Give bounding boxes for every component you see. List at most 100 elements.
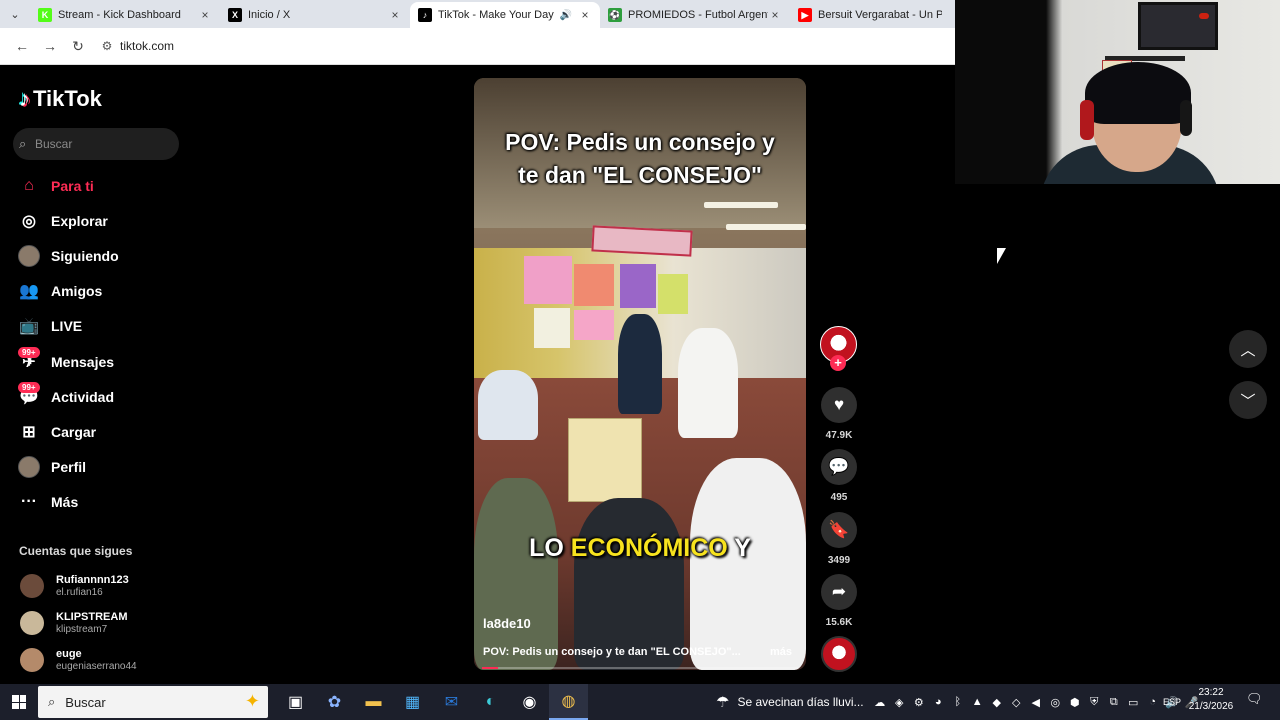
video-username[interactable]: la8de10 xyxy=(483,616,531,631)
security-icon[interactable]: ⛨ xyxy=(1085,696,1105,709)
close-tab-icon[interactable]: × xyxy=(198,8,212,22)
account-avatar xyxy=(20,574,44,598)
previous-video-button[interactable]: ︿ xyxy=(1229,330,1267,368)
browser-tab[interactable]: K Stream - Kick Dashboard × xyxy=(30,2,220,28)
sidebar-item-label: Actividad xyxy=(51,388,115,405)
start-button[interactable] xyxy=(0,684,38,720)
url-text[interactable]: tiktok.com xyxy=(120,39,174,53)
video-scene-person xyxy=(474,478,558,670)
video-scene-poster xyxy=(658,274,688,314)
profile-avatar-icon xyxy=(18,456,40,479)
browser-tab[interactable]: ▶ Bersuit Vergarabat - Un Pacto xyxy=(790,2,950,28)
file-explorer-icon[interactable]: ▬ xyxy=(354,684,393,720)
taskbar-clock[interactable]: 23:22 21/3/2026 xyxy=(1187,686,1235,714)
wifi-icon[interactable]: ◔ xyxy=(1143,696,1163,708)
video-scene-person xyxy=(678,328,738,438)
video-scene-banner xyxy=(591,225,693,257)
notifications-icon[interactable]: 🗨 xyxy=(1246,691,1263,707)
tray-app-icon[interactable]: ⧉ xyxy=(1104,696,1124,709)
forward-arrow-icon[interactable]: → xyxy=(36,32,64,60)
sidebar-item-live[interactable]: 📺 LIVE xyxy=(0,309,190,344)
follow-plus-icon[interactable]: + xyxy=(830,355,846,371)
sidebar-item-amigos[interactable]: 👥 Amigos xyxy=(0,274,190,309)
browser-tab[interactable]: ♪ TikTok - Make Your Day 🔊 × xyxy=(410,2,600,28)
next-video-button[interactable]: ﹀ xyxy=(1229,381,1267,419)
tray-app-icon[interactable]: ⬢ xyxy=(1065,696,1085,709)
language-indicator[interactable]: ESP xyxy=(1163,684,1181,720)
video-progress-bar[interactable] xyxy=(482,667,798,669)
browser-tab[interactable]: X Inicio / X × xyxy=(220,2,410,28)
tab-audio-icon[interactable]: 🔊 xyxy=(560,10,572,21)
account-avatar xyxy=(20,648,44,672)
chevron-down-icon: ﹀ xyxy=(1240,392,1256,410)
tray-app-icon[interactable]: ◎ xyxy=(1046,696,1066,709)
compass-icon: ◎ xyxy=(22,212,36,230)
heart-icon: ♥ xyxy=(833,395,845,414)
windows-logo-icon xyxy=(12,695,26,709)
tiktok-logo[interactable]: ♪ TikTok xyxy=(19,86,102,112)
music-disc-icon[interactable] xyxy=(821,636,857,672)
reload-icon[interactable]: ↻ xyxy=(64,32,92,60)
site-settings-icon[interactable]: ⚙ xyxy=(96,39,118,53)
sidebar-item-actividad[interactable]: 💬 Actividad 99+ xyxy=(0,379,190,414)
tray-app-icon[interactable]: ◇ xyxy=(1007,696,1027,709)
tray-app-icon[interactable]: ◀ xyxy=(1026,696,1046,709)
x-icon: X xyxy=(228,8,242,22)
video-player[interactable]: POV: Pedis un consejo y te dan "EL CONSE… xyxy=(474,78,806,670)
webcam-headset-right xyxy=(1180,100,1192,136)
friends-icon: 👥 xyxy=(19,283,39,301)
back-arrow-icon[interactable]: ← xyxy=(8,32,36,60)
search-box[interactable]: ⌕ xyxy=(13,128,179,160)
sidebar-item-perfil[interactable]: Perfil xyxy=(0,450,190,485)
following-account[interactable]: KLIPSTREAM klipstream7 xyxy=(20,608,185,638)
kick-icon: K xyxy=(38,8,52,22)
battery-icon[interactable]: ▭ xyxy=(1124,696,1144,709)
tiktok-logo-text: TikTok xyxy=(33,86,102,111)
tab-title: Stream - Kick Dashboard xyxy=(58,9,181,21)
taskbar-search-box[interactable]: ⌕ Buscar ✦ xyxy=(38,686,268,718)
following-account[interactable]: euge eugeniaserrano44 xyxy=(20,645,185,675)
sidebar-item-explorar[interactable]: ◎ Explorar xyxy=(0,203,190,238)
nvidia-icon[interactable]: ▲ xyxy=(968,696,988,708)
like-button[interactable]: ♥ xyxy=(821,387,857,423)
sidebar-nav: ⌂ Para ti ◎ Explorar Siguiendo 👥 Amigos 📺 LIVE ✈ M… xyxy=(0,168,190,520)
onedrive-icon[interactable]: ☁ xyxy=(870,696,890,709)
sidebar-item-cargar[interactable]: ⊞ Cargar xyxy=(0,414,190,449)
store-icon[interactable]: ▦ xyxy=(393,684,432,720)
search-input[interactable] xyxy=(35,137,175,151)
video-title-line-1: POV: Pedis un consejo y xyxy=(505,129,775,155)
close-tab-icon[interactable]: × xyxy=(388,8,402,22)
steam-icon[interactable]: ⚙ xyxy=(909,696,929,709)
browser-tab[interactable]: ⚽ PROMIEDOS - Futbol Argentino× xyxy=(600,2,790,28)
tiktok-icon: ♪ xyxy=(418,8,432,22)
following-section-title: Cuentas que sigues xyxy=(19,544,133,558)
task-view-icon[interactable]: ▣ xyxy=(276,684,315,720)
edge-icon[interactable]: ◐ xyxy=(471,684,510,720)
notification-badge: 99+ xyxy=(18,346,40,358)
weather-widget[interactable]: ☂ Se avecinan días lluvi... xyxy=(716,684,864,720)
discord-icon[interactable]: ◕ xyxy=(929,696,949,708)
close-tab-icon[interactable]: × xyxy=(578,8,592,22)
obs-icon[interactable]: ◉ xyxy=(510,684,549,720)
screen: ⌄ K Stream - Kick Dashboard × X Inicio / X × ♪… xyxy=(0,0,1280,720)
video-more-link[interactable]: más xyxy=(770,646,792,658)
close-tab-icon[interactable]: × xyxy=(768,8,782,22)
tray-app-icon[interactable]: ◈ xyxy=(890,696,910,709)
sidebar-item-para-ti[interactable]: ⌂ Para ti xyxy=(0,168,190,203)
video-overlay-title: POV: Pedis un consejo y te dan "EL CONSE… xyxy=(474,126,806,192)
taskbar-search-placeholder: Buscar xyxy=(65,694,106,710)
video-scene-lamp xyxy=(704,202,778,208)
sidebar-item-siguiendo[interactable]: Siguiendo xyxy=(0,238,190,273)
tab-search-chevron-icon[interactable]: ⌄ xyxy=(0,0,30,28)
outlook-icon[interactable]: ✉ xyxy=(432,684,471,720)
chrome-icon[interactable]: ◍ xyxy=(549,684,588,720)
sidebar-item-mensajes[interactable]: ✈ Mensajes 99+ xyxy=(0,344,190,379)
sidebar-item-más[interactable]: ··· Más xyxy=(0,485,190,520)
bluetooth-icon[interactable]: ᛒ xyxy=(948,696,968,708)
copilot-icon[interactable]: ✿ xyxy=(315,684,354,720)
save-button[interactable]: 🔖 xyxy=(821,512,857,548)
following-account[interactable]: Rufiannnn123 el.rufian16 xyxy=(20,571,185,601)
share-button[interactable]: ➦ xyxy=(821,574,857,610)
comment-button[interactable]: 💬 xyxy=(821,449,857,485)
tray-app-icon[interactable]: ◆ xyxy=(987,696,1007,709)
